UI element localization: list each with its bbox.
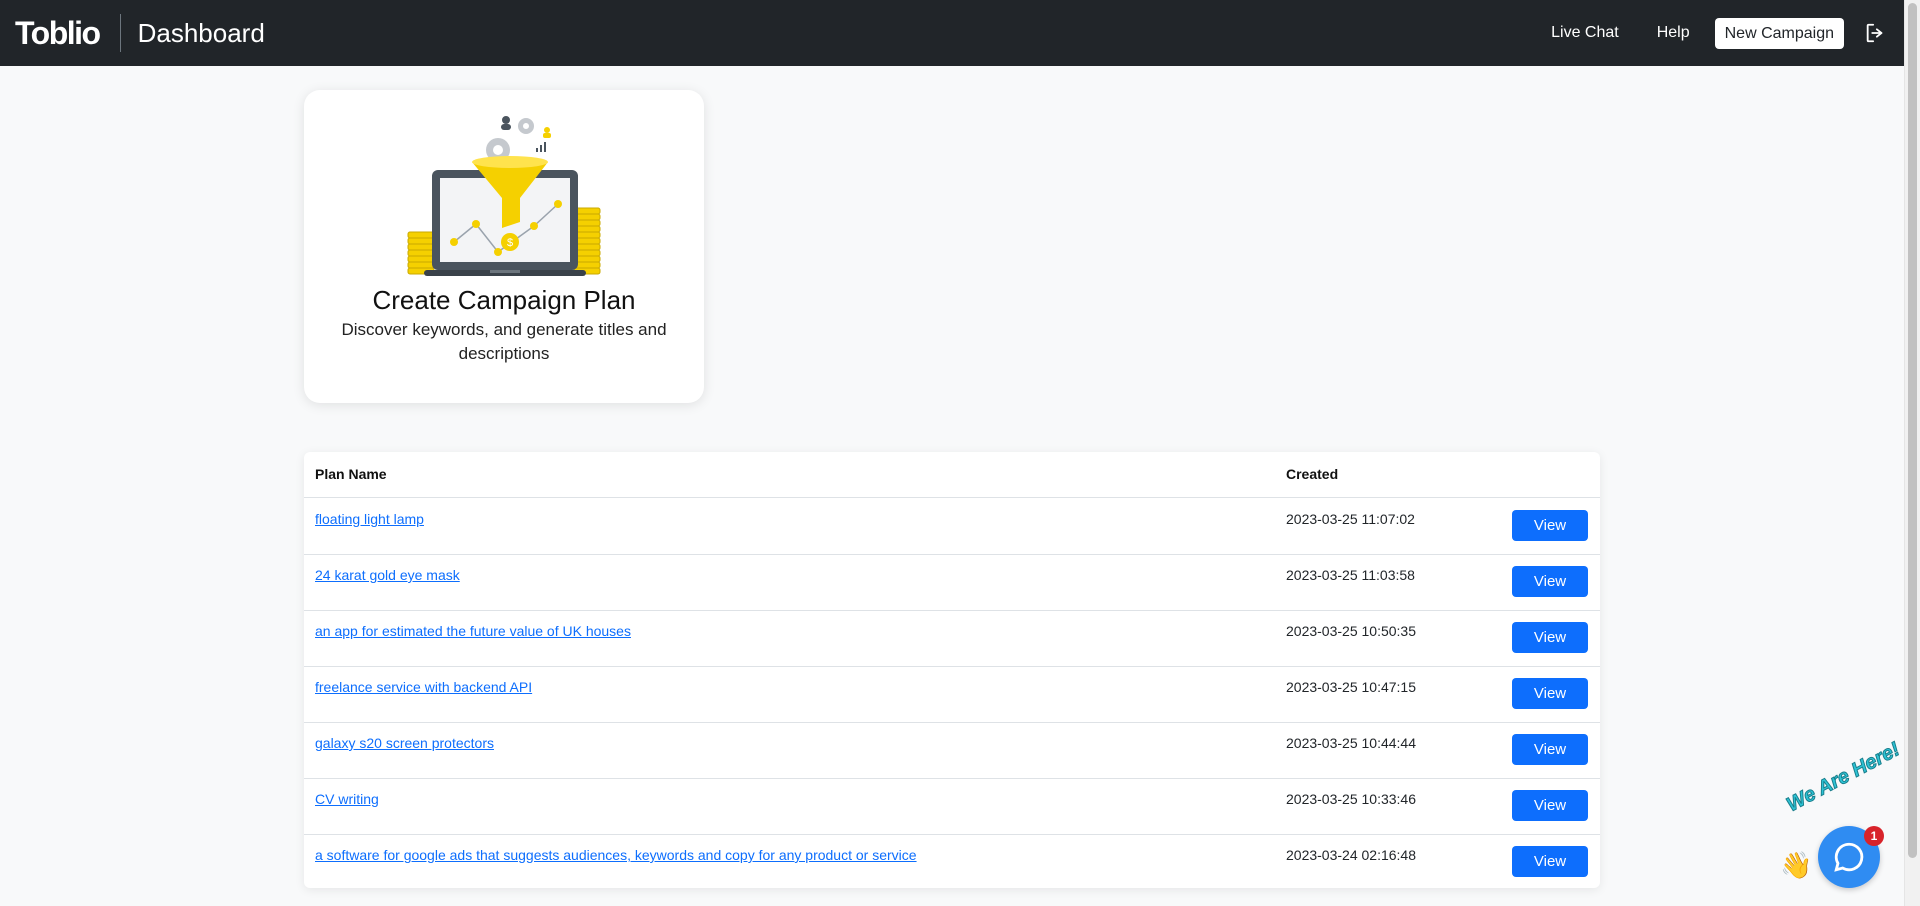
svg-text:$: $ (507, 237, 513, 249)
brand-logo[interactable]: Toblio (15, 0, 101, 66)
page-title: Dashboard (137, 17, 265, 48)
plan-name-link[interactable]: floating light lamp (315, 511, 424, 527)
plan-name-link[interactable]: 24 karat gold eye mask (315, 567, 460, 583)
plan-name-link[interactable]: a software for google ads that suggests … (315, 847, 917, 863)
created-date: 2023-03-25 10:47:15 (1286, 679, 1416, 695)
plan-name-link[interactable]: an app for estimated the future value of… (315, 623, 631, 639)
logout-icon[interactable] (1862, 20, 1888, 46)
card-description: Discover keywords, and generate titles a… (341, 320, 667, 363)
created-date: 2023-03-25 11:07:02 (1286, 511, 1415, 527)
plan-name-link[interactable]: galaxy s20 screen protectors (315, 735, 494, 751)
plan-name-link[interactable]: freelance service with backend API (315, 679, 532, 695)
scrollbar-thumb[interactable] (1908, 3, 1917, 858)
created-date: 2023-03-25 11:03:58 (1286, 567, 1415, 583)
created-date: 2023-03-25 10:33:46 (1286, 791, 1416, 807)
nav-actions: Live Chat Help New Campaign (1513, 0, 1888, 66)
create-campaign-card[interactable]: $ Create Campaign Plan Discover keywords… (304, 90, 704, 403)
page-scrollbar[interactable] (1904, 0, 1920, 906)
view-button[interactable]: View (1512, 734, 1588, 765)
view-button[interactable]: View (1512, 846, 1588, 877)
table-row: a software for google ads that suggests … (304, 834, 1600, 890)
campaign-plans-table: Plan Name Created floating light lamp 20… (304, 452, 1600, 888)
top-navbar: Toblio Dashboard Live Chat Help New Camp… (0, 0, 1904, 66)
table-row: CV writing 2023-03-25 10:33:46 View (304, 778, 1600, 835)
header-plan-name: Plan Name (315, 466, 387, 482)
view-button[interactable]: View (1512, 790, 1588, 821)
plan-name-link[interactable]: CV writing (315, 791, 379, 807)
table-row: 24 karat gold eye mask 2023-03-25 11:03:… (304, 554, 1600, 611)
table-row: galaxy s20 screen protectors 2023-03-25 … (304, 722, 1600, 779)
created-date: 2023-03-25 10:50:35 (1286, 623, 1416, 639)
chat-widget-label: We Are Here! (1783, 738, 1904, 817)
table-row: freelance service with backend API 2023-… (304, 666, 1600, 723)
header-created: Created (1286, 466, 1339, 482)
chat-notification-badge: 1 (1864, 826, 1884, 846)
brand-divider (119, 14, 121, 52)
view-button[interactable]: View (1512, 566, 1588, 597)
new-campaign-button[interactable]: New Campaign (1714, 17, 1844, 49)
created-date: 2023-03-24 02:16:48 (1286, 847, 1416, 863)
help-link[interactable]: Help (1657, 24, 1690, 42)
view-button[interactable]: View (1512, 678, 1588, 709)
table-row: floating light lamp 2023-03-25 11:07:02 … (304, 498, 1600, 555)
waving-hand-icon: 👋 (1780, 850, 1813, 880)
card-title: Create Campaign Plan (372, 285, 636, 315)
live-chat-link[interactable]: Live Chat (1551, 24, 1619, 42)
view-button[interactable]: View (1512, 622, 1588, 653)
created-date: 2023-03-25 10:44:44 (1286, 735, 1416, 751)
live-chat-widget[interactable]: We Are Here! 👋 1 (1776, 738, 1906, 900)
view-button[interactable]: View (1512, 510, 1588, 541)
table-header: Plan Name Created (304, 452, 1600, 498)
table-row: an app for estimated the future value of… (304, 610, 1600, 667)
